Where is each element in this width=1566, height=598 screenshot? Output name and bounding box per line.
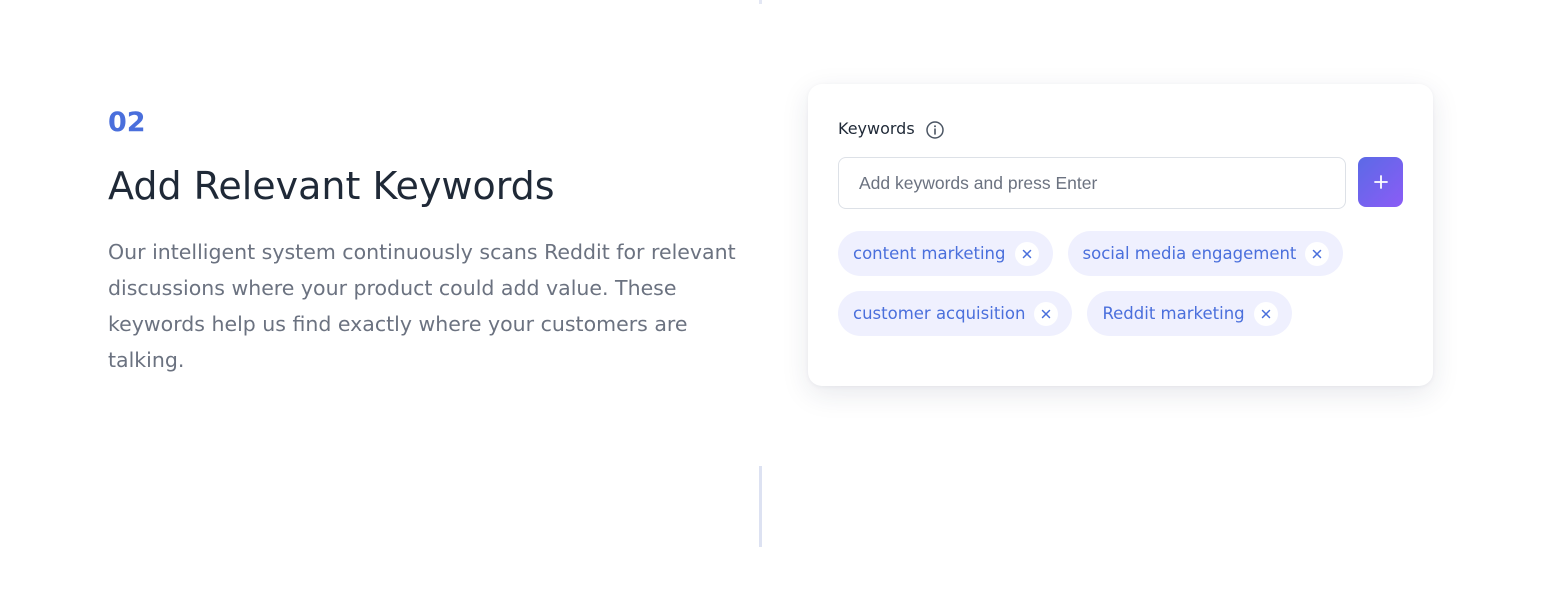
keywords-card: Keywords content marketing — [808, 84, 1433, 386]
keyword-chip-row: customer acquisition Reddit marketing — [838, 291, 1408, 336]
close-icon — [1313, 249, 1322, 258]
keyword-chip-list: content marketing social media engagemen… — [838, 231, 1408, 351]
page: 02 Add Relevant Keywords Our intelligent… — [0, 0, 1566, 598]
step-description: Our intelligent system continuously scan… — [108, 240, 736, 372]
info-circle-icon[interactable] — [925, 120, 945, 140]
keyword-chip: social media engagement — [1067, 231, 1344, 276]
step-number: 02 — [108, 107, 146, 138]
keyword-chip: content marketing — [838, 231, 1053, 276]
keyword-input[interactable] — [838, 157, 1346, 209]
keyword-chip-label: customer acquisition — [853, 304, 1026, 323]
remove-keyword-button[interactable] — [1253, 301, 1278, 326]
timeline-divider-top — [759, 0, 762, 4]
keyword-chip-label: content marketing — [853, 244, 1006, 263]
remove-keyword-button[interactable] — [1014, 241, 1039, 266]
keywords-label-row: Keywords — [838, 116, 945, 140]
add-keyword-button[interactable] — [1358, 157, 1403, 207]
close-icon — [1022, 249, 1031, 258]
remove-keyword-button[interactable] — [1034, 301, 1059, 326]
plus-icon — [1373, 175, 1388, 189]
keyword-chip-row: content marketing social media engagemen… — [838, 231, 1408, 276]
timeline-divider-bottom — [759, 466, 762, 547]
step-title: Add Relevant Keywords — [108, 164, 555, 208]
remove-keyword-button[interactable] — [1305, 241, 1330, 266]
keyword-chip-label: social media engagement — [1082, 244, 1297, 263]
keyword-chip-label: Reddit marketing — [1102, 304, 1245, 323]
keywords-label: Keywords — [838, 118, 915, 138]
close-icon — [1261, 309, 1270, 318]
keyword-chip: Reddit marketing — [1087, 291, 1292, 336]
close-icon — [1042, 309, 1051, 318]
keyword-chip: customer acquisition — [838, 291, 1073, 336]
